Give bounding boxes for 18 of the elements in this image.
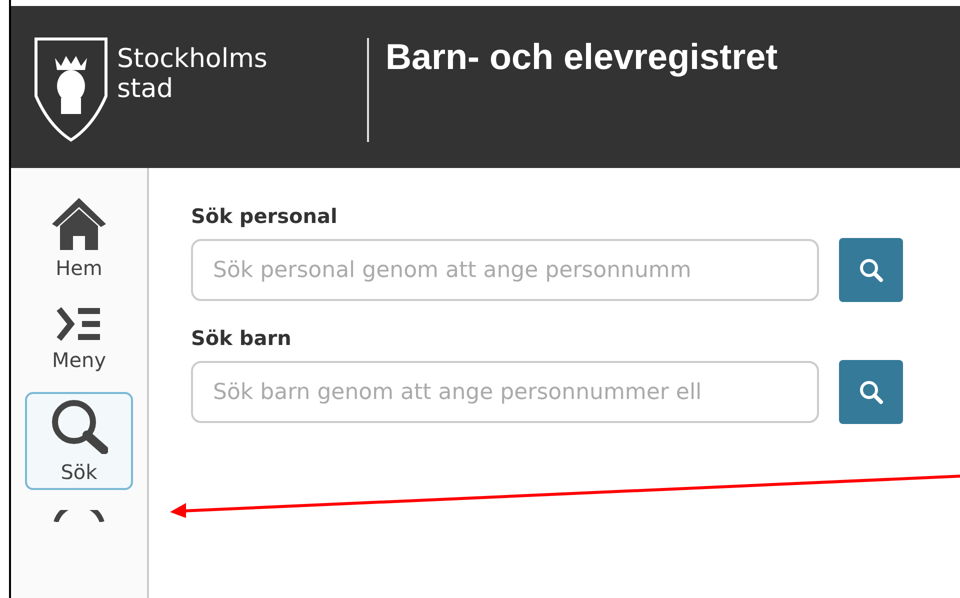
search-icon [50, 398, 108, 454]
menu-icon [56, 306, 102, 342]
nav-item[interactable]: Meny [25, 300, 133, 378]
search-button[interactable] [839, 238, 903, 302]
city-crest-icon [33, 36, 109, 142]
home-icon [50, 196, 108, 250]
search-button[interactable] [839, 360, 903, 424]
search-field[interactable]: Sök personal genom att ange personnumm [191, 239, 819, 301]
field-label: Sök personal [191, 204, 338, 228]
search-field[interactable]: Sök barn genom att ange personnummer ell [191, 361, 819, 423]
nav-item[interactable]: Sök [25, 392, 133, 490]
field-label: Sök barn [191, 326, 292, 350]
search-icon [858, 257, 884, 283]
logo-text: stad [117, 74, 174, 104]
nav-item[interactable]: Hem [25, 190, 133, 286]
search-icon [858, 379, 884, 405]
logo-text: Stockholms [117, 44, 268, 74]
app-title: Barn- och elevregistret [385, 36, 778, 78]
